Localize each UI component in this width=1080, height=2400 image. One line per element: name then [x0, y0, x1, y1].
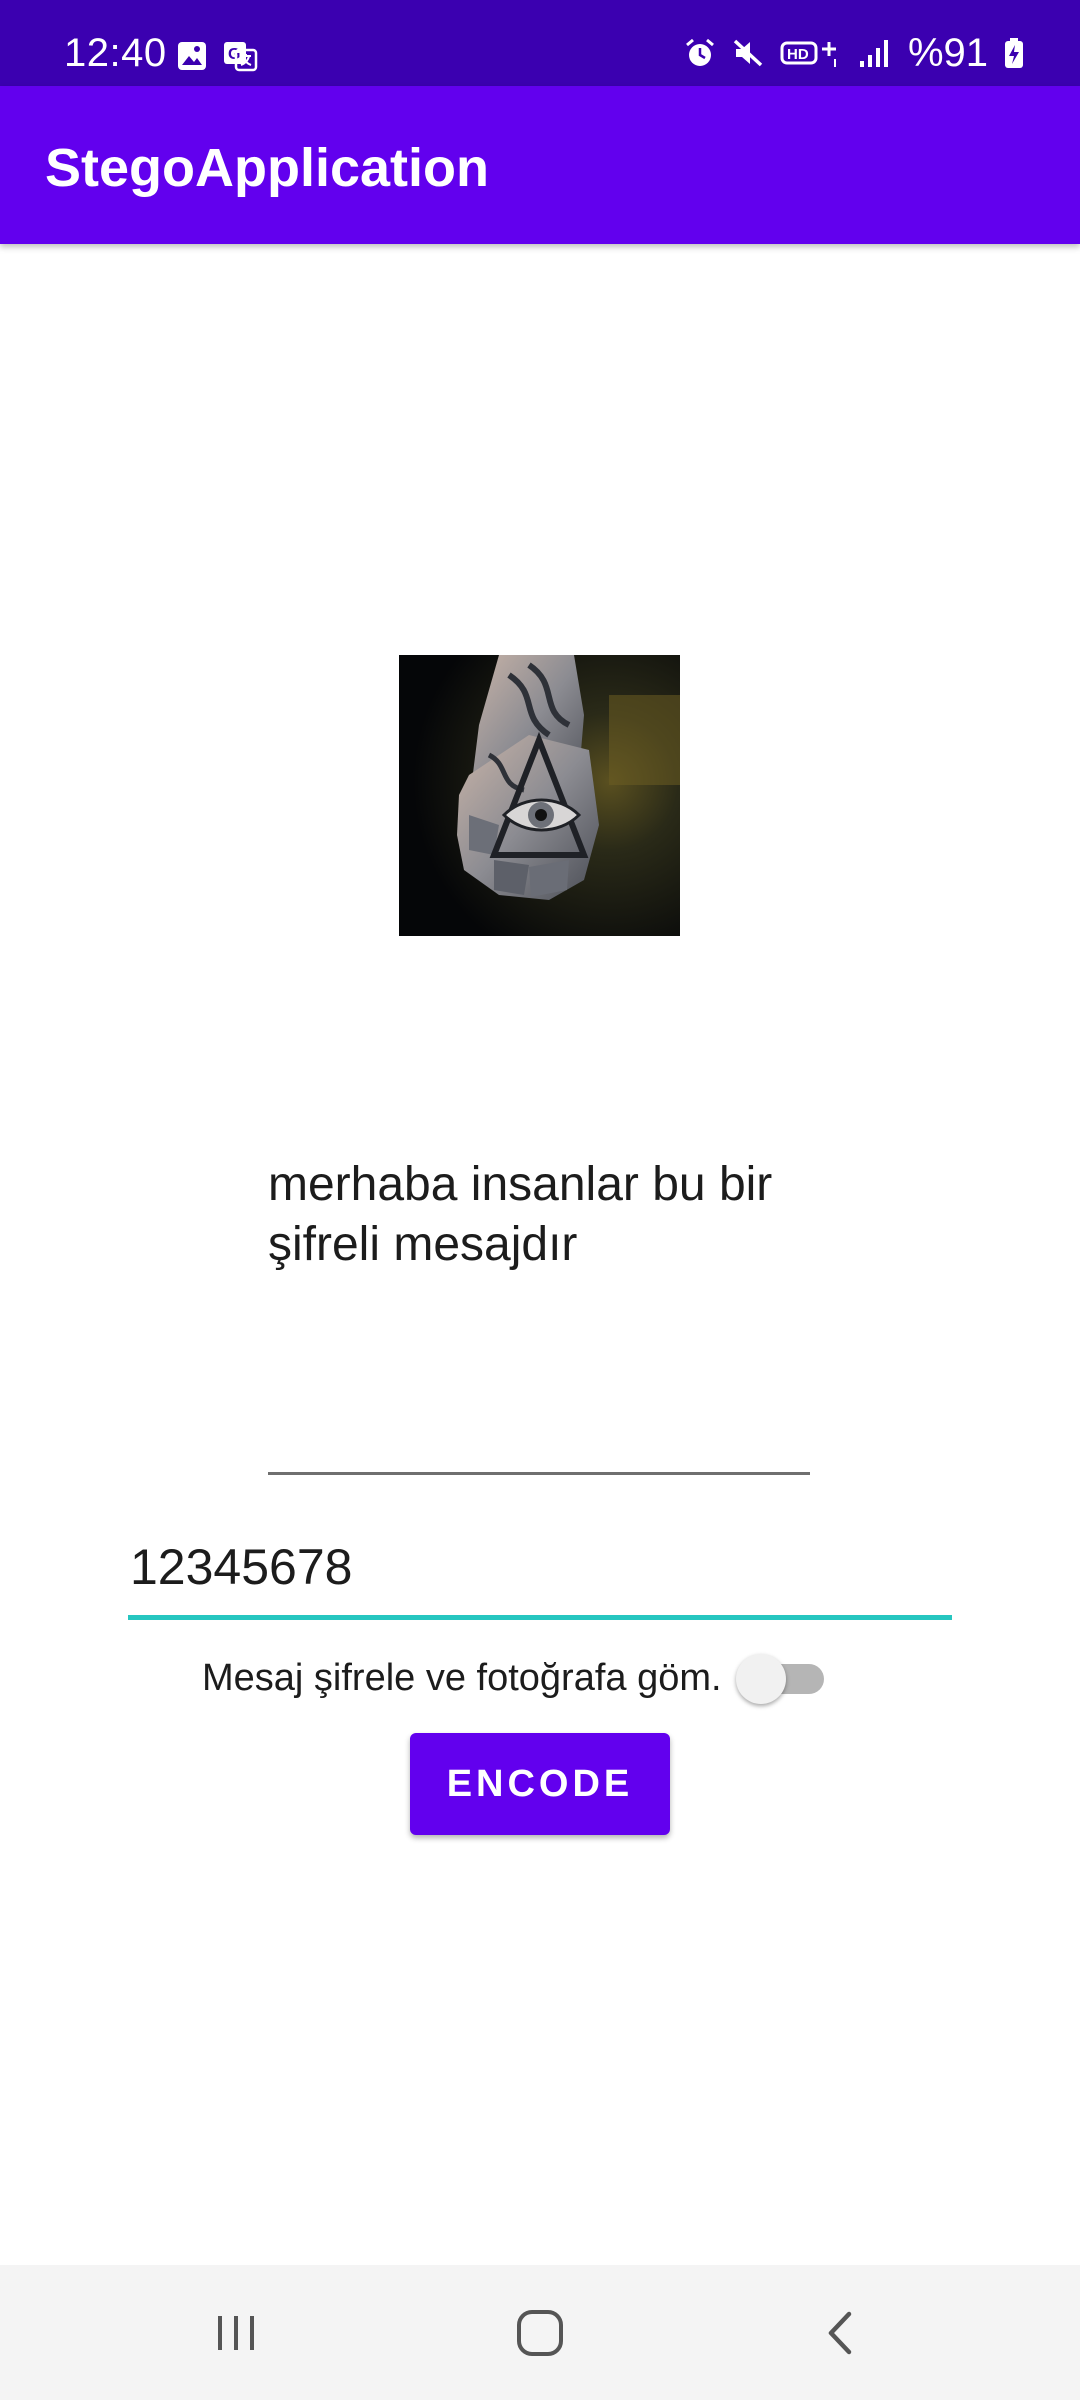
- password-input-value: 12345678: [130, 1539, 353, 1595]
- status-time: 12:40: [64, 31, 167, 75]
- svg-text:G: G: [228, 46, 240, 63]
- back-button[interactable]: [802, 2293, 882, 2373]
- encrypt-switch-label: Mesaj şifrele ve fotoğrafa göm.: [202, 1657, 722, 1699]
- mute-icon: [732, 37, 764, 69]
- message-input-value: merhaba insanlar bu bir şifreli mesajdır: [268, 1158, 773, 1271]
- alarm-icon: [684, 37, 716, 69]
- image-icon: [176, 40, 208, 77]
- status-bar: 12:40 G HD %91: [0, 0, 1080, 86]
- home-button[interactable]: [500, 2293, 580, 2373]
- selected-image[interactable]: [399, 655, 680, 936]
- encrypt-switch[interactable]: [734, 1648, 830, 1708]
- message-input[interactable]: merhaba insanlar bu bir şifreli mesajdır: [268, 1155, 810, 1475]
- recents-icon: [218, 2316, 254, 2350]
- battery-charging-icon: [1004, 37, 1024, 69]
- back-icon: [828, 2311, 852, 2355]
- home-icon: [517, 2310, 563, 2356]
- screen: 12:40 G HD %91 StegoApplication merhaba …: [0, 0, 1080, 2400]
- status-right-icons: HD %91: [684, 30, 1024, 76]
- navigation-bar: [0, 2265, 1080, 2400]
- app-bar: StegoApplication: [0, 86, 1080, 244]
- switch-thumb: [735, 1654, 786, 1704]
- app-title: StegoApplication: [45, 138, 489, 198]
- svg-text:HD: HD: [787, 46, 809, 63]
- tattoo-photo: [399, 655, 680, 936]
- hd-signal-icon: HD: [780, 37, 842, 69]
- encode-button[interactable]: ENCODE: [410, 1733, 670, 1835]
- recents-button[interactable]: [196, 2293, 276, 2373]
- password-input[interactable]: 12345678: [128, 1535, 952, 1620]
- battery-percentage: %91: [907, 31, 988, 75]
- status-left-icons: G: [176, 40, 258, 77]
- translate-icon: G: [222, 40, 258, 77]
- encrypt-switch-row: Mesaj şifrele ve fotoğrafa göm.: [202, 1648, 830, 1708]
- signal-bars-icon: [858, 37, 892, 69]
